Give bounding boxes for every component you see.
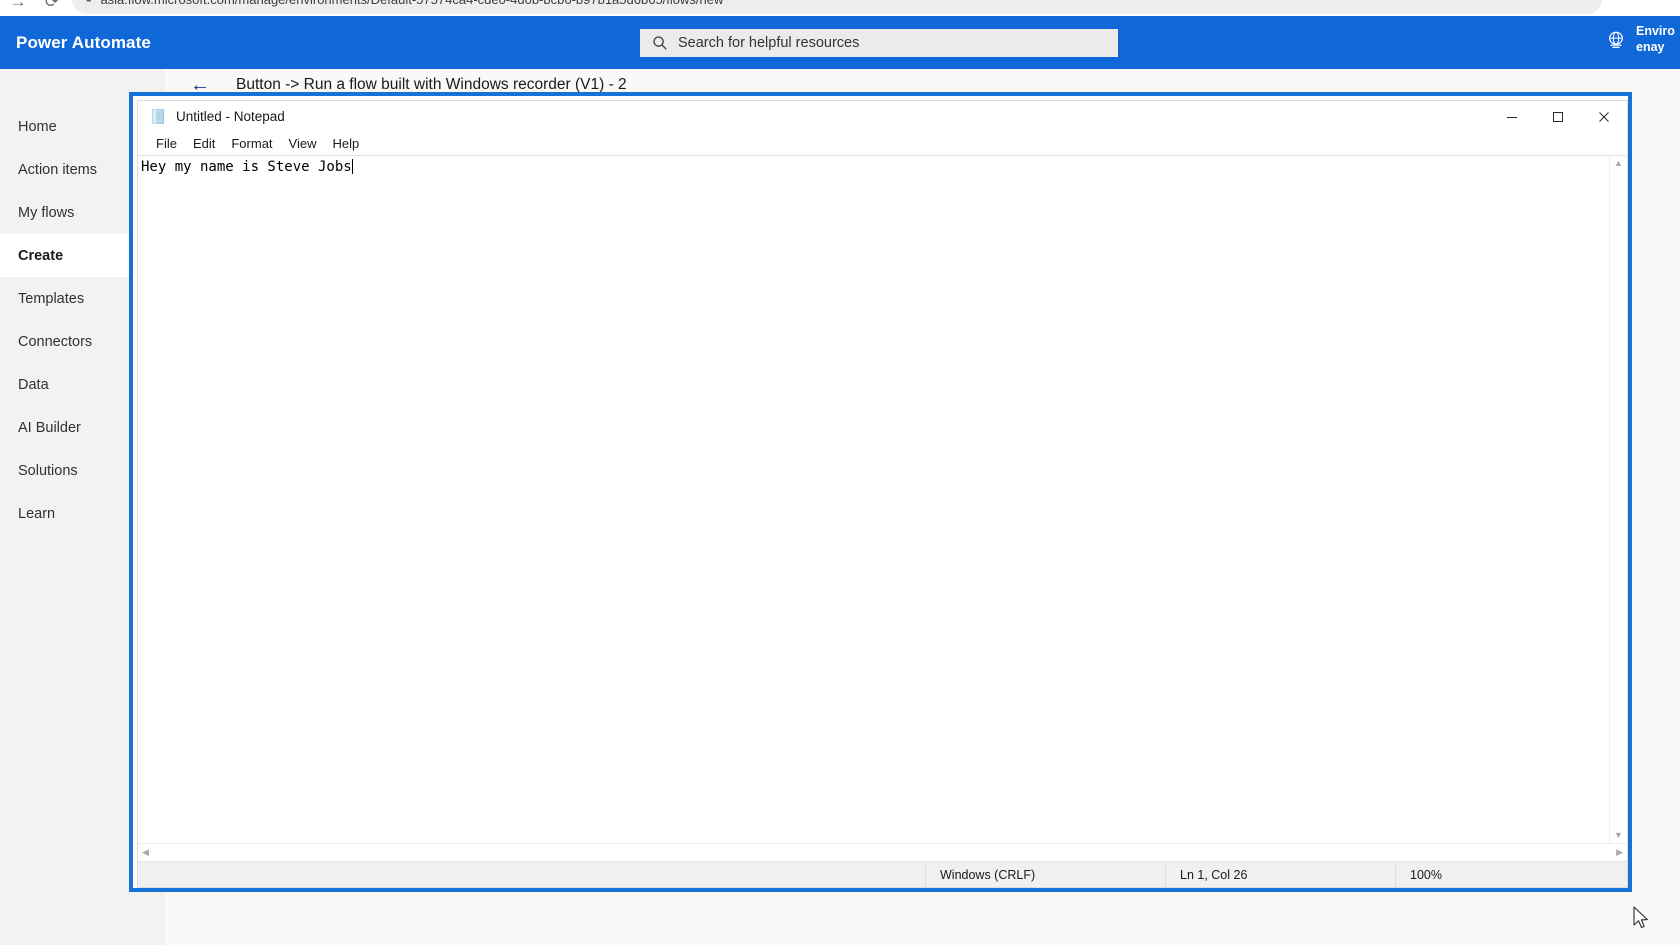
notepad-title: Untitled - Notepad xyxy=(176,109,285,124)
sidebar-item-label: Create xyxy=(18,247,64,264)
scroll-down-arrow-icon[interactable]: ▼ xyxy=(1610,828,1627,843)
minimize-icon xyxy=(1507,116,1517,118)
reload-icon[interactable]: ⟳ xyxy=(42,0,62,10)
screen: → ⟳ ■ asia.flow.microsoft.com/manage/env… xyxy=(0,0,1680,945)
menu-format[interactable]: Format xyxy=(223,135,280,152)
sidebar-item-label: AI Builder xyxy=(18,419,81,436)
sidebar-item-label: Learn xyxy=(18,505,56,522)
sidebar-item-label: Home xyxy=(18,118,57,135)
notepad-document-text: Hey my name is Steve Jobs xyxy=(141,159,352,175)
back-arrow-icon[interactable]: → xyxy=(8,0,28,10)
site-info-icon[interactable]: ■ xyxy=(86,0,91,4)
scroll-up-arrow-icon[interactable]: ▲ xyxy=(1610,156,1627,171)
globe-icon xyxy=(1608,31,1624,48)
notepad-window[interactable]: Untitled - Notepad File Edit Format View… xyxy=(129,92,1632,892)
sidebar-item-label: Solutions xyxy=(18,462,78,479)
menu-view[interactable]: View xyxy=(281,135,325,152)
sidebar-item-label: Connectors xyxy=(18,333,93,350)
sidebar-item-label: Action items xyxy=(18,161,97,178)
browser-chrome: → ⟳ ■ asia.flow.microsoft.com/manage/env… xyxy=(0,0,1680,16)
notepad-status-bar: Windows (CRLF) Ln 1, Col 26 100% xyxy=(138,861,1627,887)
horizontal-scrollbar[interactable]: ◀ ▶ xyxy=(138,843,1627,861)
menu-edit[interactable]: Edit xyxy=(185,135,223,152)
window-controls xyxy=(1489,101,1627,132)
notepad-title-bar[interactable]: Untitled - Notepad xyxy=(138,101,1627,132)
status-caret-position: Ln 1, Col 26 xyxy=(1165,862,1395,887)
notepad-window-frame: Untitled - Notepad File Edit Format View… xyxy=(137,100,1628,888)
close-button[interactable] xyxy=(1581,101,1627,132)
scroll-right-arrow-icon[interactable]: ▶ xyxy=(1612,845,1627,860)
app-header: Power Automate Search for helpful resour… xyxy=(0,16,1680,69)
menu-file[interactable]: File xyxy=(148,135,185,152)
scroll-left-arrow-icon[interactable]: ◀ xyxy=(138,845,153,860)
notepad-icon xyxy=(152,109,165,124)
text-caret xyxy=(351,159,353,174)
status-line-ending: Windows (CRLF) xyxy=(925,862,1165,887)
environment-value: enay xyxy=(1636,39,1665,54)
minimize-button[interactable] xyxy=(1489,101,1535,132)
environment-text: Enviro enay xyxy=(1636,24,1680,55)
search-placeholder: Search for helpful resources xyxy=(678,35,860,51)
maximize-button[interactable] xyxy=(1535,101,1581,132)
address-bar[interactable]: ■ asia.flow.microsoft.com/manage/environ… xyxy=(72,0,1602,14)
environment-selector[interactable]: Enviro enay xyxy=(1605,24,1680,55)
notepad-edit-region: Hey my name is Steve Jobs ▲ ▼ xyxy=(138,155,1627,843)
vertical-scrollbar[interactable]: ▲ ▼ xyxy=(1609,156,1627,843)
notepad-menu-bar: File Edit Format View Help xyxy=(138,132,1627,155)
maximize-icon xyxy=(1553,111,1563,122)
menu-help[interactable]: Help xyxy=(324,135,367,152)
status-spacer xyxy=(138,862,925,887)
close-icon xyxy=(1599,111,1609,122)
status-zoom-level: 100% xyxy=(1395,862,1627,887)
environment-label: Enviro xyxy=(1636,24,1675,38)
sidebar-item-label: My flows xyxy=(18,204,75,221)
app-brand[interactable]: Power Automate xyxy=(16,33,151,53)
notepad-text-area[interactable]: Hey my name is Steve Jobs xyxy=(138,156,1609,843)
sidebar-item-label: Data xyxy=(18,376,49,393)
address-bar-url: asia.flow.microsoft.com/manage/environme… xyxy=(100,0,723,7)
search-input[interactable]: Search for helpful resources xyxy=(640,29,1118,57)
search-icon xyxy=(653,36,667,50)
sidebar-item-label: Templates xyxy=(18,290,85,307)
browser-nav-controls: → ⟳ xyxy=(0,0,62,16)
